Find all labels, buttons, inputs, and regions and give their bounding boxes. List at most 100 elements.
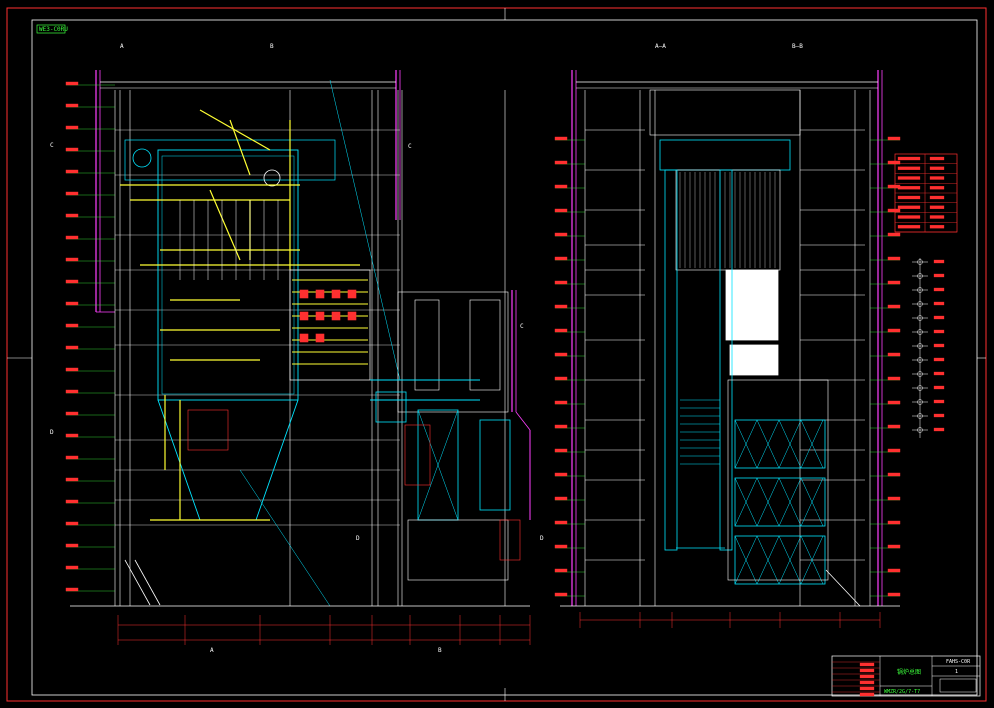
elevation-tag — [65, 323, 79, 328]
outer-frame — [6, 7, 987, 702]
legend-tag — [933, 371, 945, 376]
pipe-line — [229, 119, 251, 176]
elevation-tag — [65, 411, 79, 416]
tag-marker — [299, 289, 309, 299]
spec-label-block — [897, 156, 921, 161]
elevation-tag — [554, 376, 568, 381]
hopper-line — [255, 399, 299, 521]
title-block-sheet: 1 — [955, 669, 958, 675]
tag-marker — [347, 311, 357, 321]
tag-marker — [347, 289, 357, 299]
legend-tag — [933, 399, 945, 404]
air-heater-block — [734, 477, 826, 527]
tag-marker — [299, 311, 309, 321]
view-title-b-b: B—B — [792, 43, 803, 50]
drum-end — [132, 148, 152, 168]
elevation-tag — [554, 352, 568, 357]
reference-line — [239, 469, 331, 607]
elevation-tag — [554, 328, 568, 333]
elevation-tag — [65, 125, 79, 130]
legend-tag — [933, 301, 945, 306]
section-tag-b-top: B — [270, 43, 274, 50]
section-a-a-view — [554, 70, 901, 607]
reference-line — [329, 79, 401, 381]
spec-label-block — [897, 225, 921, 229]
elevation-tag — [65, 235, 79, 240]
spec-label-block — [897, 215, 921, 219]
legend-tag — [933, 329, 945, 334]
spec-value-block — [929, 215, 945, 219]
legend-tag — [933, 357, 945, 362]
header-box — [659, 139, 791, 171]
spec-value-block — [929, 166, 945, 170]
heat-exchanger-block — [289, 269, 371, 381]
elevation-tag — [65, 345, 79, 350]
cad-drawing-viewport[interactable]: WE3-C0RU A B C D C C D D A B A—A B—B 锅炉总… — [0, 0, 994, 708]
elevation-tag — [65, 521, 79, 526]
boiler-general-arrangement-drawing: WE3-C0RU A B C D C C D D A B A—A B—B 锅炉总… — [6, 7, 987, 702]
title-block-entry — [859, 686, 875, 691]
elevation-tag — [554, 280, 568, 285]
tag-marker — [299, 333, 309, 343]
spec-label-block — [897, 166, 921, 170]
elevation-tag — [554, 232, 568, 237]
spec-value-block — [929, 156, 945, 161]
inner-frame — [31, 19, 978, 696]
section-tag-c-left: C — [50, 142, 54, 149]
legend-tag — [933, 273, 945, 278]
elevation-tag — [554, 424, 568, 429]
elevation-tag — [65, 191, 79, 196]
elevation-tag — [887, 256, 901, 261]
spec-value-block — [929, 205, 945, 209]
elevation-tag — [65, 213, 79, 218]
spec-label-block — [897, 186, 921, 190]
tag-marker — [315, 333, 325, 343]
elevation-tag — [887, 424, 901, 429]
elevation-tag — [65, 169, 79, 174]
elevation-tag — [554, 304, 568, 309]
furnace-inner-wall — [161, 155, 295, 395]
spec-label-block — [897, 176, 921, 180]
elevation-tag — [887, 496, 901, 501]
legend-tag — [933, 413, 945, 418]
elevation-tag — [887, 376, 901, 381]
elevation-tag — [887, 520, 901, 525]
elevation-tag — [887, 472, 901, 477]
elevation-tag — [887, 280, 901, 285]
elevation-tag — [65, 389, 79, 394]
upper-header — [124, 139, 336, 181]
elevation-tag — [554, 160, 568, 165]
tag-marker — [315, 311, 325, 321]
spec-value-block — [929, 186, 945, 190]
elevation-tag — [554, 592, 568, 597]
tower-frame — [397, 291, 509, 413]
elevation-tag — [65, 565, 79, 570]
title-block-drawing-no: FAHS-C0R — [946, 659, 971, 665]
precipitator-box — [479, 419, 511, 511]
title-block-title: 锅炉总图 — [897, 668, 921, 676]
elevation-tag — [554, 448, 568, 453]
elevation-tag — [554, 136, 568, 141]
elevation-tag — [65, 301, 79, 306]
tower-shaft — [414, 299, 440, 391]
section-tag-a-top: A — [120, 43, 124, 50]
view-title-a-a: A—A — [655, 43, 666, 50]
elevation-tag — [887, 208, 901, 213]
elevation-tag — [65, 587, 79, 592]
title-block-entry — [859, 692, 875, 697]
spec-value-block — [929, 225, 945, 229]
spec-value-block — [929, 195, 945, 200]
legend-symbols — [912, 258, 945, 438]
elevation-tag — [65, 147, 79, 152]
air-heater-block — [734, 419, 826, 469]
elevation-tag — [887, 592, 901, 597]
section-tag-d-left: D — [50, 429, 54, 436]
elevation-tag — [887, 568, 901, 573]
section-tag-c-mid: C — [520, 323, 524, 330]
elevation-tag — [887, 232, 901, 237]
elevation-tag — [65, 477, 79, 482]
title-block-entry — [859, 674, 875, 679]
section-tag-d-right: D — [540, 535, 544, 542]
elevation-tag — [65, 499, 79, 504]
dimension-lines — [117, 612, 881, 645]
